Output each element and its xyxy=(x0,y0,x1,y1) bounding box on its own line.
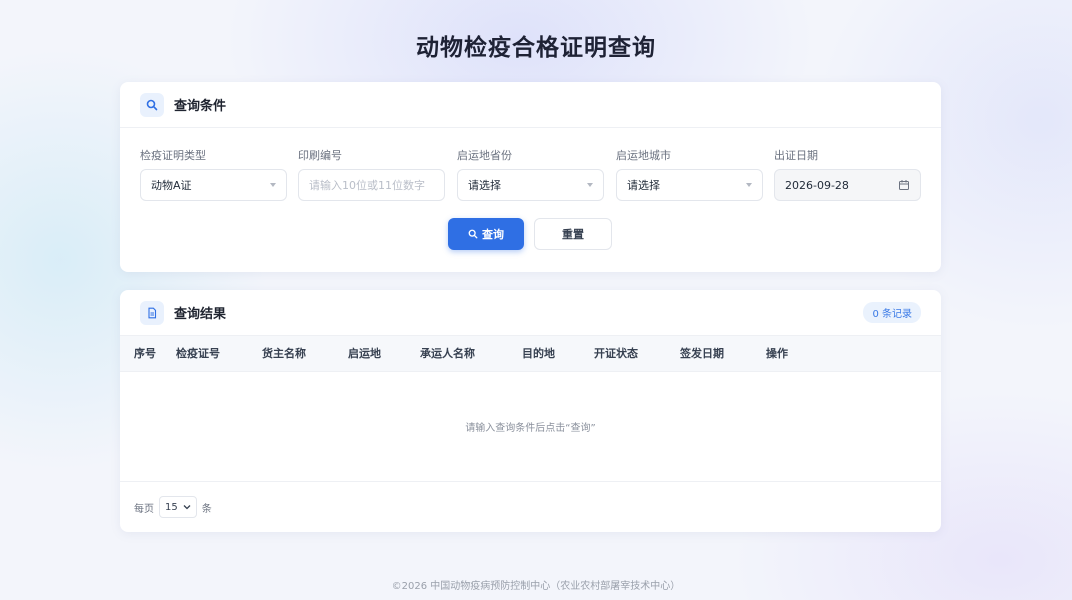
column-header: 启运地 xyxy=(348,347,381,360)
search-icon xyxy=(468,229,478,239)
search-form: 检疫证明类型 动物A证 印刷编号 请输入10位或11位数字 启运地省份 请选择 … xyxy=(140,148,921,208)
page-title: 动物检疫合格证明查询 xyxy=(416,35,656,61)
column-header: 目的地 xyxy=(522,347,555,360)
results-card: 查询结果 0 条记录 序号 检疫证号 货主名称 启运地 承运人名称 目的地 开证… xyxy=(120,290,941,532)
page-size-prefix: 每页 xyxy=(134,503,154,515)
province-select[interactable]: 请选择 xyxy=(457,169,604,201)
city-value: 请选择 xyxy=(627,179,660,192)
query-button[interactable]: 查询 xyxy=(448,218,524,250)
issue-date-field: 出证日期 2026-09-28 xyxy=(774,148,921,201)
empty-state: 请输入查询条件后点击“查询” xyxy=(120,372,941,482)
results-card-header: 查询结果 0 条记录 xyxy=(120,290,941,336)
cert-type-field: 检疫证明类型 动物A证 xyxy=(140,148,287,201)
city-field: 启运地城市 请选择 xyxy=(616,148,763,201)
results-card-title: 查询结果 xyxy=(174,307,227,322)
cert-type-label: 检疫证明类型 xyxy=(140,149,206,162)
province-value: 请选择 xyxy=(468,179,501,192)
column-header: 开证状态 xyxy=(594,347,638,360)
empty-state-text: 请输入查询条件后点击“查询” xyxy=(465,423,596,434)
search-card: 查询条件 检疫证明类型 动物A证 印刷编号 请输入10位或11位数字 启运地省份… xyxy=(120,82,941,272)
document-icon xyxy=(140,300,164,325)
print-number-field: 印刷编号 请输入10位或11位数字 xyxy=(298,148,445,201)
column-header: 序号 xyxy=(134,347,156,360)
print-number-placeholder: 请输入10位或11位数字 xyxy=(309,179,425,192)
issue-date-label: 出证日期 xyxy=(774,149,818,162)
search-card-header: 查询条件 xyxy=(120,82,941,128)
footer-text: ©2026 中国动物疫病预防控制中心（农业农村部屠宰技术中心） xyxy=(391,581,681,592)
page-size-suffix: 条 xyxy=(201,503,212,515)
search-icon xyxy=(140,92,164,117)
city-label: 启运地城市 xyxy=(616,149,671,162)
column-header: 货主名称 xyxy=(262,347,306,360)
chevron-down-icon xyxy=(587,183,593,187)
pagination: 每页 15 条 xyxy=(134,496,212,518)
province-field: 启运地省份 请选择 xyxy=(457,148,604,201)
results-table-header: 序号 检疫证号 货主名称 启运地 承运人名称 目的地 开证状态 签发日期 操作 xyxy=(120,336,941,372)
column-header: 承运人名称 xyxy=(420,347,475,360)
province-label: 启运地省份 xyxy=(457,149,512,162)
record-count-badge: 0 条记录 xyxy=(863,302,921,323)
column-header: 签发日期 xyxy=(680,347,724,360)
column-header: 检疫证号 xyxy=(176,347,220,360)
reset-button[interactable]: 重置 xyxy=(534,218,612,250)
print-number-label: 印刷编号 xyxy=(298,149,342,162)
chevron-down-icon xyxy=(270,183,276,187)
city-select[interactable]: 请选择 xyxy=(616,169,763,201)
cert-type-select[interactable]: 动物A证 xyxy=(140,169,287,201)
print-number-input[interactable]: 请输入10位或11位数字 xyxy=(298,169,445,201)
page-size-select[interactable]: 15 xyxy=(159,496,197,518)
reset-button-label: 重置 xyxy=(562,228,584,241)
search-card-title: 查询条件 xyxy=(174,99,227,114)
cert-type-value: 动物A证 xyxy=(151,179,192,192)
chevron-down-icon xyxy=(183,504,191,510)
calendar-icon[interactable] xyxy=(898,179,910,191)
page-size-value: 15 xyxy=(165,501,178,513)
issue-date-value: 2026-09-28 xyxy=(785,178,849,192)
column-header: 操作 xyxy=(766,347,788,360)
chevron-down-icon xyxy=(746,183,752,187)
issue-date-input[interactable]: 2026-09-28 xyxy=(774,169,921,201)
query-button-label: 查询 xyxy=(482,228,504,241)
